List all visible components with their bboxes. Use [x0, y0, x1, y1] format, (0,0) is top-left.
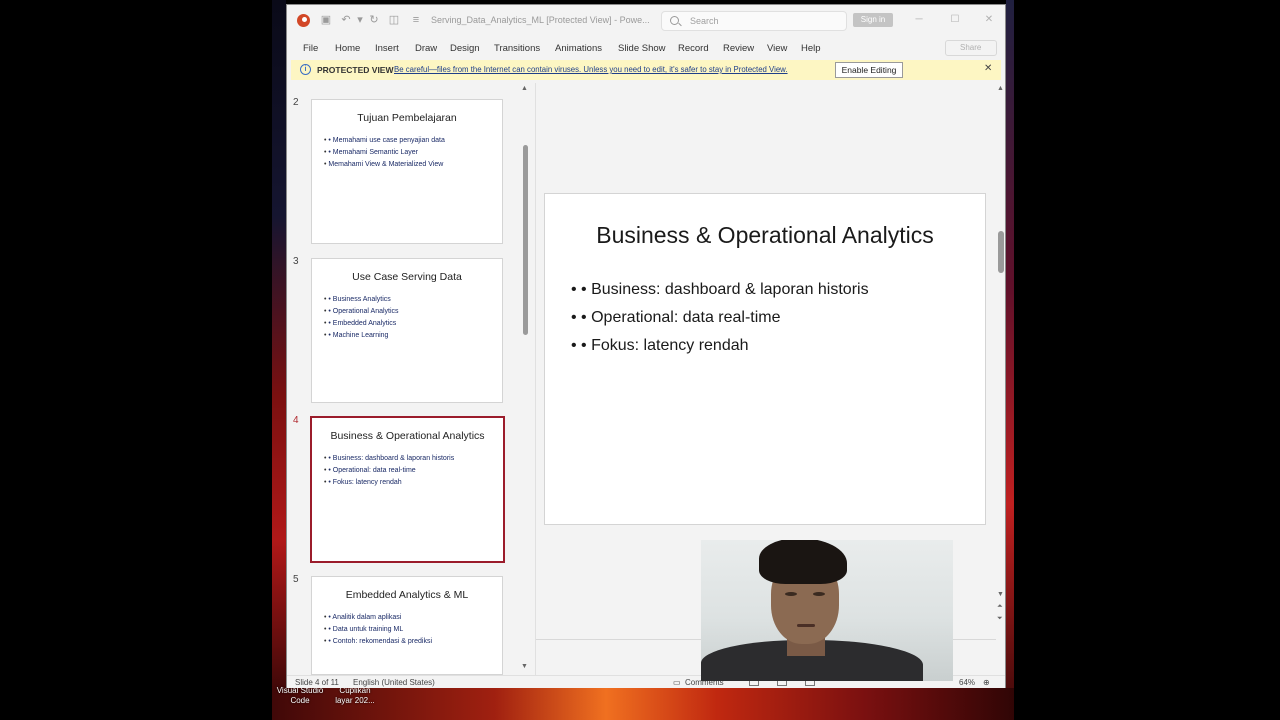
scrollbar-thumb[interactable] [998, 231, 1004, 273]
tab-draw[interactable]: Draw [415, 43, 437, 54]
minimize-icon[interactable]: ─ [911, 13, 927, 27]
thumbnail-bullets: • Business: dashboard & laporan historis… [324, 453, 454, 489]
search-input[interactable]: Search [661, 11, 847, 31]
customize-toolbar-icon[interactable]: ≡ [409, 13, 423, 27]
thumbnail-bullets: • Memahami use case penyajian data • Mem… [324, 135, 445, 171]
thumbnail-bullet: Memahami View & Materialized View [324, 159, 445, 171]
thumbnail-bullet: • Data untuk training ML [324, 624, 432, 636]
thumbnail-bullet: • Embedded Analytics [324, 318, 399, 330]
thumbnail-bullet: • Operational Analytics [324, 306, 398, 318]
tab-animations[interactable]: Animations [555, 43, 602, 54]
next-slide-icon[interactable]: ⏷ [997, 615, 1003, 623]
tab-review[interactable]: Review [723, 43, 754, 54]
slide-number: 3 [293, 256, 299, 267]
protected-view-message[interactable]: Be careful—files from the Internet can c… [394, 65, 788, 74]
scroll-down-icon[interactable]: ▼ [521, 663, 528, 670]
protected-view-bar: i PROTECTED VIEW Be careful—files from t… [291, 60, 1001, 80]
chevron-down-icon[interactable]: ▾ [353, 13, 367, 27]
current-slide[interactable]: Business & Operational Analytics • Busin… [544, 193, 986, 525]
tab-transitions[interactable]: Transitions [494, 43, 540, 54]
editor-scrollbar[interactable]: ▲ ▼ ⏶ ⏷ [996, 83, 1006, 675]
fit-to-window-icon[interactable]: ⊕ [983, 678, 990, 687]
slide-bullet: • Business: dashboard & laporan historis [571, 276, 869, 304]
webcam-person-hair [759, 540, 847, 584]
slide-title[interactable]: Business & Operational Analytics [545, 222, 985, 249]
thumbnail-bullet: • Contoh: rekomendasi & prediksi [324, 636, 432, 648]
desktop-icon-screenshot[interactable]: Cuplikan layar 202... [332, 686, 378, 706]
comments-icon[interactable]: ▭ [673, 678, 681, 687]
slide-bullet: • Operational: data real-time [571, 304, 869, 332]
powerpoint-logo-icon [297, 14, 310, 27]
thumbnail-bullet: • Memahami Semantic Layer [324, 147, 445, 159]
present-icon[interactable]: ◫ [387, 13, 401, 27]
scroll-down-icon[interactable]: ▼ [997, 591, 1004, 598]
close-icon[interactable]: ✕ [981, 13, 997, 27]
slide-thumbnail-5[interactable]: Embedded Analytics & ML • Analitik dalam… [311, 576, 503, 675]
slide-number: 2 [293, 97, 299, 108]
close-icon[interactable]: ✕ [984, 63, 992, 74]
thumbnail-title: Tujuan Pembelajaran [357, 112, 457, 124]
thumbnail-bullet: • Business: dashboard & laporan historis [324, 453, 454, 465]
slide-number: 4 [293, 415, 299, 426]
thumbnail-title: Business & Operational Analytics [330, 430, 485, 442]
share-button[interactable]: Share [945, 40, 997, 56]
thumbnail-bullet: • Business Analytics [324, 294, 399, 306]
document-title: Serving_Data_Analytics_ML [Protected Vie… [431, 15, 650, 25]
desktop-icon-vscode[interactable]: Visual Studio Code [272, 686, 328, 706]
thumbnail-scrollbar[interactable]: ▲ ▼ [521, 83, 529, 675]
ribbon-tabs: File Home Insert Draw Design Transitions… [287, 37, 1005, 59]
thumbnail-bullets: • Business Analytics • Operational Analy… [324, 294, 399, 342]
thumbnail-bullet: • Analitik dalam aplikasi [324, 612, 432, 624]
zoom-level[interactable]: 64% [959, 678, 975, 687]
slide-counter: Slide 4 of 11 [295, 678, 339, 687]
tab-home[interactable]: Home [335, 43, 360, 54]
slide-thumbnail-3[interactable]: Use Case Serving Data • Business Analyti… [311, 258, 503, 403]
slide-thumbnail-2[interactable]: Tujuan Pembelajaran • Memahami use case … [311, 99, 503, 244]
thumbnail-bullet: • Operational: data real-time [324, 465, 454, 477]
slide-bullet: • Fokus: latency rendah [571, 332, 869, 360]
thumbnail-bullet: • Fokus: latency rendah [324, 477, 454, 489]
enable-editing-button[interactable]: Enable Editing [835, 62, 903, 78]
tab-record[interactable]: Record [678, 43, 709, 54]
slide-thumbnail-4-selected[interactable]: Business & Operational Analytics • Busin… [310, 416, 505, 563]
tab-file[interactable]: File [303, 43, 318, 54]
tab-design[interactable]: Design [450, 43, 480, 54]
desktop-background [1006, 0, 1014, 720]
language-indicator[interactable]: English (United States) [353, 678, 435, 687]
thumbnail-title: Use Case Serving Data [352, 271, 462, 283]
webcam-person-mouth [797, 624, 815, 627]
maximize-icon[interactable]: ☐ [947, 13, 963, 27]
scroll-up-icon[interactable]: ▲ [521, 85, 528, 92]
slide-thumbnail-pane: 2 Tujuan Pembelajaran • Memahami use cas… [287, 83, 531, 675]
scroll-up-icon[interactable]: ▲ [997, 85, 1004, 92]
thumbnail-title: Embedded Analytics & ML [345, 589, 469, 601]
thumbnail-bullets: • Analitik dalam aplikasi • Data untuk t… [324, 612, 432, 648]
webcam-overlay [701, 540, 953, 681]
desktop-background [272, 0, 286, 720]
tab-view[interactable]: View [767, 43, 787, 54]
sign-in-button[interactable]: Sign in [853, 13, 893, 27]
tab-help[interactable]: Help [801, 43, 821, 54]
screen: Visual Studio Code Cuplikan layar 202...… [0, 0, 1280, 720]
search-placeholder: Search [690, 16, 719, 26]
desktop-background [272, 688, 1014, 720]
scrollbar-thumb[interactable] [523, 145, 528, 335]
info-icon: i [300, 64, 311, 75]
tab-slide-show[interactable]: Slide Show [618, 43, 666, 54]
previous-slide-icon[interactable]: ⏶ [997, 603, 1003, 611]
save-icon[interactable]: ▣ [319, 13, 333, 27]
tab-insert[interactable]: Insert [375, 43, 399, 54]
search-icon [670, 16, 679, 25]
slide-content[interactable]: • Business: dashboard & laporan historis… [571, 276, 869, 360]
thumbnail-bullet: • Machine Learning [324, 330, 399, 342]
undo-icon[interactable]: ↶ [339, 13, 353, 27]
thumbnail-bullet: • Memahami use case penyajian data [324, 135, 444, 147]
protected-view-label: PROTECTED VIEW [317, 65, 394, 75]
title-bar: ▣ ↶ ▾ ↻ ◫ ≡ Serving_Data_Analytics_ML [P… [287, 5, 1005, 37]
slide-number: 5 [293, 574, 299, 585]
redo-icon[interactable]: ↻ [367, 13, 381, 27]
